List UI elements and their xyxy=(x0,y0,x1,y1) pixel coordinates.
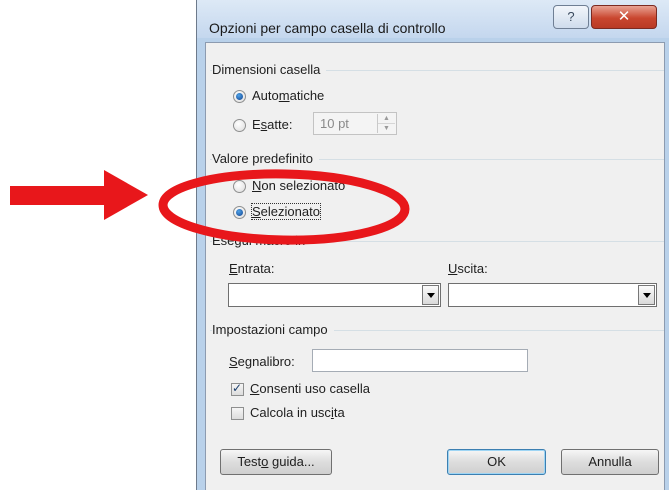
exact-size-spinner[interactable]: 10 pt ▲ ▼ xyxy=(313,112,397,135)
exit-macro-label: Uscita: xyxy=(448,261,488,276)
spin-up-icon[interactable]: ▲ xyxy=(378,114,395,123)
radio-auto[interactable] xyxy=(233,90,246,103)
chevron-down-icon[interactable] xyxy=(638,285,655,305)
spin-down-icon[interactable]: ▼ xyxy=(378,123,395,133)
annotation-arrow-head xyxy=(104,170,148,220)
bookmark-input[interactable] xyxy=(312,349,528,372)
group-label-default: Valore predefinito xyxy=(212,151,319,166)
enable-checkbox[interactable] xyxy=(231,381,244,396)
radio-auto-label[interactable]: Automatiche xyxy=(252,88,324,103)
help-button[interactable]: ? xyxy=(553,5,589,29)
calc-on-exit-label[interactable]: Calcola in uscita xyxy=(250,405,345,420)
exit-macro-combobox[interactable] xyxy=(448,283,657,307)
group-label-macro: Esegui macro in xyxy=(212,233,312,248)
radio-not-selected-label[interactable]: Non selezionato xyxy=(252,178,345,193)
entry-macro-combobox[interactable] xyxy=(228,283,441,307)
annotation-arrow-shaft xyxy=(10,186,108,205)
title-bar[interactable]: Opzioni per campo casella di controllo ?… xyxy=(197,0,669,38)
radio-selected[interactable] xyxy=(233,206,246,219)
dialog-client-area: Dimensioni casella Automatiche Esatte: 1… xyxy=(205,42,665,490)
group-label-size: Dimensioni casella xyxy=(212,62,327,77)
dialog-window: Opzioni per campo casella di controllo ?… xyxy=(196,0,669,490)
close-icon: ✕ xyxy=(617,8,631,25)
radio-not-selected[interactable] xyxy=(233,180,246,193)
cancel-button[interactable]: Annulla xyxy=(561,449,659,475)
group-label-field: Impostazioni campo xyxy=(212,322,334,337)
dialog-title: Opzioni per campo casella di controllo xyxy=(209,20,446,36)
calc-on-exit-checkbox[interactable] xyxy=(231,407,244,420)
close-button[interactable]: ✕ xyxy=(591,5,657,29)
radio-selected-label[interactable]: Selezionato xyxy=(251,203,321,220)
ok-button[interactable]: OK xyxy=(447,449,546,475)
radio-exact[interactable] xyxy=(233,119,246,132)
radio-exact-label[interactable]: Esatte: xyxy=(252,117,292,132)
help-text-button[interactable]: Testo guida... xyxy=(220,449,332,475)
chevron-down-icon[interactable] xyxy=(422,285,439,305)
question-mark-icon: ? xyxy=(567,9,575,24)
exact-size-value: 10 pt xyxy=(320,116,349,131)
entry-macro-label: Entrata: xyxy=(229,261,275,276)
bookmark-label: Segnalibro: xyxy=(229,354,295,369)
enable-checkbox-label[interactable]: Consenti uso casella xyxy=(250,381,370,396)
spinner-buttons[interactable]: ▲ ▼ xyxy=(377,114,395,133)
